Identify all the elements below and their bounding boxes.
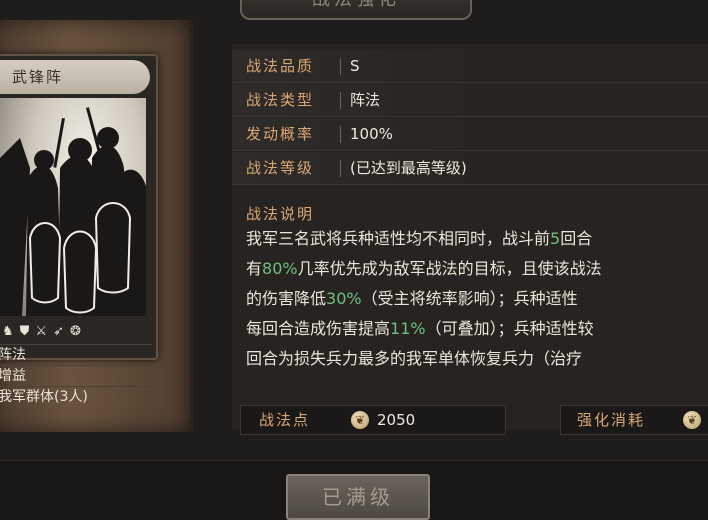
description-line: 我军三名武将兵种适性均不相同时，战斗前5回合: [246, 224, 708, 254]
upgrade-cost: 强化消耗 ❦: [560, 405, 708, 435]
quality-value: S: [350, 57, 360, 75]
type-value: 阵法: [350, 91, 381, 109]
max-level-button[interactable]: 已满级: [286, 474, 430, 520]
level-label: 战法等级: [246, 159, 315, 177]
row-level: 战法等级 (已达到最高等级): [232, 152, 708, 185]
card-attributes: 阵法 增益 我军群体(3人): [0, 344, 152, 407]
feather-coin-icon: ❦: [683, 411, 701, 429]
crossbow-icon: ⚔: [35, 323, 48, 339]
row-type: 战法类型 阵法: [232, 84, 708, 117]
desc-text: 我军三名武将兵种适性均不相同时，战斗前: [246, 229, 551, 248]
rate-label: 发动概率: [246, 125, 315, 143]
tactic-points-value: 2050: [377, 411, 416, 429]
description-text: 我军三名武将兵种适性均不相同时，战斗前5回合 有80%几率优先成为敌军战法的目标…: [246, 224, 708, 384]
description-line: 回合为损失兵力最多的我军单体恢复兵力（治疗: [246, 349, 583, 368]
wheel-icon: ❂: [69, 323, 81, 339]
card-title-banner: 武锋阵: [0, 60, 150, 94]
row-quality: 战法品质 S: [232, 50, 708, 83]
desc-highlight: 5: [550, 229, 561, 248]
shield-icon: ⛊: [19, 323, 30, 339]
rate-value: 100%: [350, 125, 393, 143]
card-attr-effect: 增益: [0, 365, 152, 386]
quality-label: 战法品质: [246, 57, 315, 75]
level-value: (已达到最高等级): [350, 159, 467, 177]
card-artwork: [0, 98, 146, 316]
desc-text: 的伤害降低: [246, 289, 327, 308]
divider: [340, 160, 341, 177]
desc-text: 几率优先成为敌军战法的目标，且使该战法: [297, 259, 602, 278]
desc-text: （可叠加）；兵种适性较: [425, 319, 594, 338]
card-title: 武锋阵: [12, 68, 64, 86]
spear-icon: ➶: [53, 323, 64, 339]
desc-highlight: 80%: [262, 259, 298, 278]
desc-text: 有: [246, 259, 263, 278]
tactic-points-label: 战法点: [259, 411, 311, 429]
tactic-points: 战法点 ❦ 2050: [240, 405, 506, 435]
desc-text: （受主将统率影响）；兵种适性: [361, 289, 578, 308]
feather-coin-icon: ❦: [351, 411, 369, 429]
skill-card: 武锋阵 ♞ ⛊ ⚔ ➶ ❂ 阵法 增益 我军群体(3人): [0, 54, 158, 405]
desc-highlight: 30%: [326, 289, 362, 308]
divider: [340, 126, 341, 143]
troop-type-icons: ♞ ⛊ ⚔ ➶ ❂: [0, 320, 148, 342]
divider: [340, 58, 341, 75]
upgrade-cost-label: 强化消耗: [577, 411, 646, 429]
description-line: 每回合造成伤害提高11%（可叠加）；兵种适性较: [246, 314, 708, 344]
card-attr-target: 我军群体(3人): [0, 386, 152, 407]
card-attr-kind: 阵法: [0, 344, 152, 365]
desc-text: 每回合造成伤害提高: [246, 319, 391, 338]
description-label: 战法说明: [246, 205, 315, 223]
row-rate: 发动概率 100%: [232, 118, 708, 151]
description-line: 的伤害降低30%（受主将统率影响）；兵种适性: [246, 284, 708, 314]
panel-title-plate: 战法强化: [240, 0, 472, 20]
desc-highlight: 11%: [390, 319, 426, 338]
horse-icon: ♞: [2, 323, 14, 339]
description-line: 有80%几率优先成为敌军战法的目标，且使该战法: [246, 254, 708, 284]
panel-title: 战法强化: [242, 0, 470, 16]
divider: [340, 92, 341, 109]
desc-text: 回合: [560, 229, 593, 248]
type-label: 战法类型: [246, 91, 315, 109]
